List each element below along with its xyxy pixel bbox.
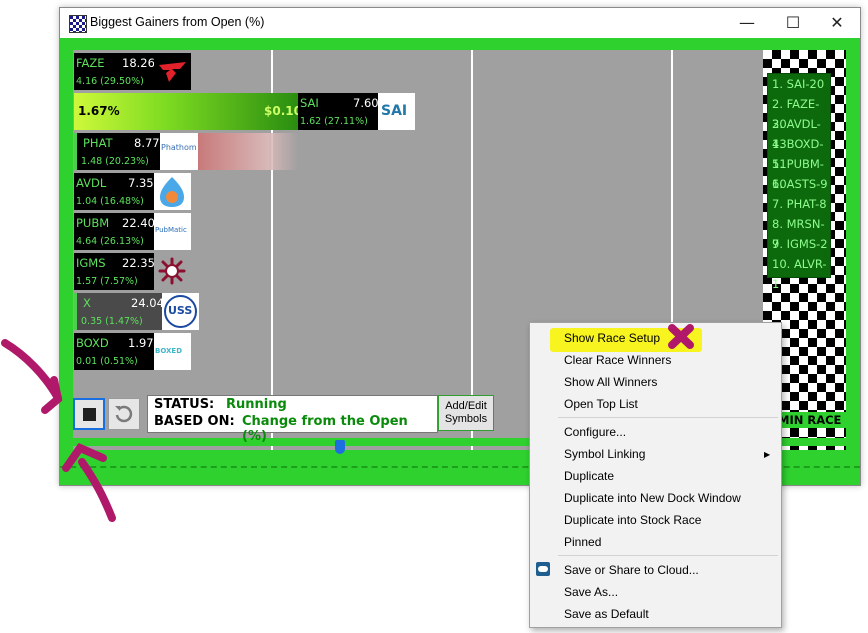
annotation-arrow (1, 339, 62, 402)
annotation-arrow (78, 458, 116, 522)
annotation-layer (1, 324, 694, 522)
